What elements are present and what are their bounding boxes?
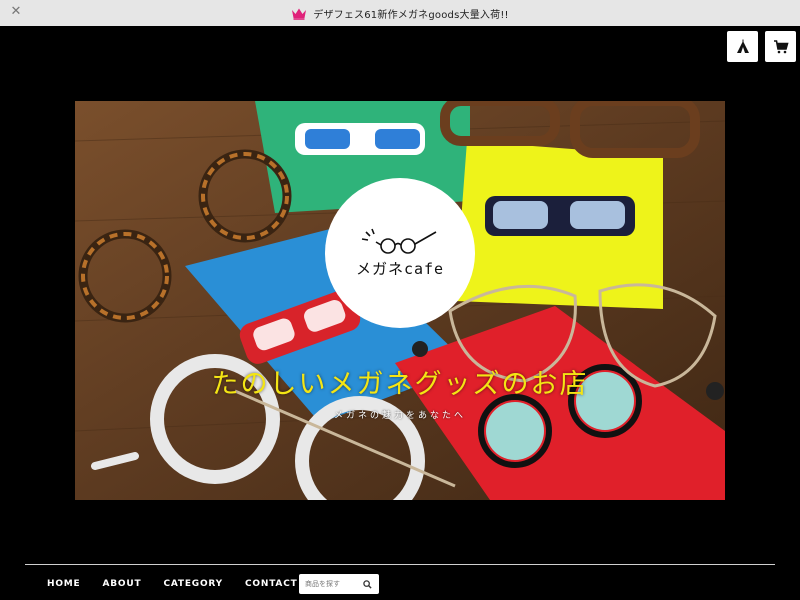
nav-category[interactable]: CATEGORY xyxy=(163,579,223,589)
nav-about[interactable]: ABOUT xyxy=(103,579,142,589)
hero-title: たのしいメガネグッズのお店 xyxy=(211,369,589,400)
nav-home[interactable]: HOME xyxy=(47,579,81,589)
nav-divider xyxy=(25,564,775,565)
logo[interactable]: メガネcafe xyxy=(325,178,475,328)
close-icon[interactable]: ✕ xyxy=(9,5,23,19)
search-box xyxy=(299,574,379,594)
search-input[interactable] xyxy=(299,575,357,593)
main-nav: HOME ABOUT CATEGORY CONTACT xyxy=(25,574,298,594)
store-button[interactable] xyxy=(727,31,758,62)
logo-text: メガネcafe xyxy=(355,259,445,278)
glasses-logo-icon xyxy=(361,228,437,254)
cart-button[interactable] xyxy=(765,31,796,62)
crown-icon xyxy=(292,8,307,20)
nav-contact[interactable]: CONTACT xyxy=(245,579,298,589)
tent-icon xyxy=(736,39,749,53)
search-icon[interactable] xyxy=(360,577,374,591)
cart-icon xyxy=(773,39,789,53)
announcement-text[interactable]: デザフェス61新作メガネgoods大量入荷!! xyxy=(313,6,508,21)
announcement-bar: ✕ デザフェス61新作メガネgoods大量入荷!! xyxy=(0,0,800,26)
hero-subtitle: メガネの魅力をあなたへ xyxy=(333,411,466,421)
